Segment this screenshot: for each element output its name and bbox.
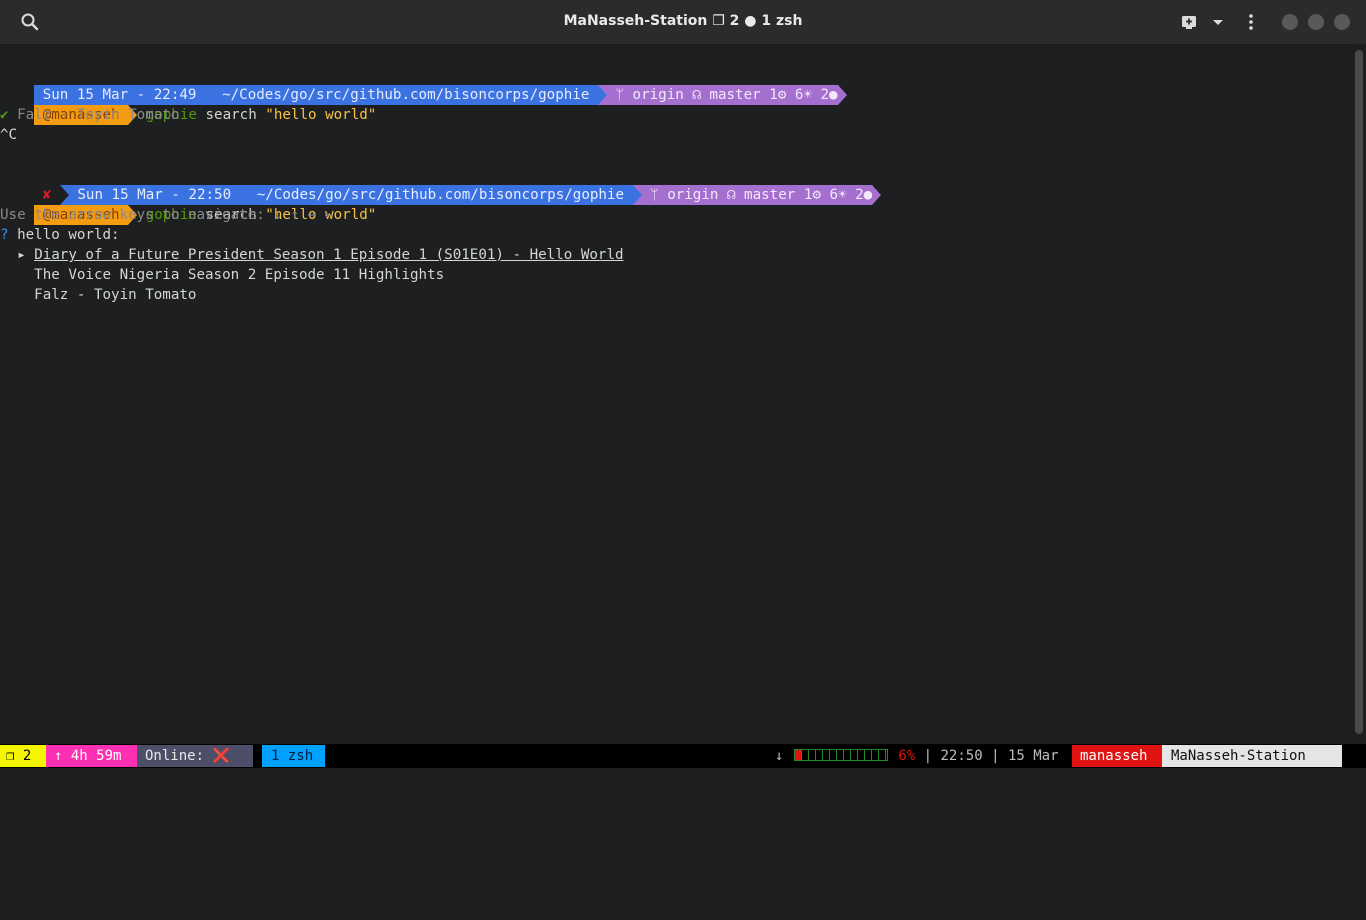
status-windows: ❐ 2 bbox=[0, 745, 46, 767]
output-line: ✔ Falz - Toyin Tomato bbox=[0, 105, 179, 125]
window-titlebar: MaNasseh-Station ❐ 2 ● 1 zsh bbox=[0, 0, 1366, 45]
powerline-separator bbox=[632, 185, 642, 205]
powerline-separator bbox=[837, 85, 847, 105]
minimize-button[interactable] bbox=[1282, 14, 1298, 30]
menu-item[interactable]: The Voice Nigeria Season 2 Episode 11 Hi… bbox=[0, 265, 444, 285]
maximize-button[interactable] bbox=[1308, 14, 1324, 30]
git-branch-icon: ᛘ bbox=[650, 187, 659, 203]
status-uptime: ↑ 4h 59m bbox=[46, 745, 137, 767]
status-battery-time: ↓ 6% | 22:50 | 15 Mar bbox=[775, 745, 1075, 767]
prompt-git-status: origin ☊ master 1⚙ 6☀ 2● bbox=[632, 87, 838, 103]
battery-meter bbox=[793, 749, 888, 761]
command-line: @manasseh gophie search "hello world" bbox=[0, 85, 376, 125]
menu-question: ? hello world: bbox=[0, 225, 120, 245]
menu-item-label: Falz - Toyin Tomato bbox=[34, 287, 197, 303]
question-icon: ? bbox=[0, 227, 9, 243]
command-line: @manasseh gophie search "hello world" bbox=[0, 185, 376, 225]
powerline-separator bbox=[872, 185, 882, 205]
menu-question-text: hello world: bbox=[17, 227, 120, 243]
output-line: ^C bbox=[0, 125, 17, 145]
status-session-tab[interactable]: 1 zsh bbox=[262, 745, 325, 767]
menu-item[interactable]: Falz - Toyin Tomato bbox=[0, 285, 196, 305]
git-branch-icon: ᛘ bbox=[615, 87, 624, 103]
output-result: Falz - Toyin Tomato bbox=[17, 107, 180, 123]
status-user: manasseh bbox=[1072, 745, 1162, 767]
status-host: MaNasseh-Station bbox=[1162, 745, 1342, 767]
terminal-scrollbar[interactable] bbox=[1352, 44, 1366, 744]
menu-item-selected[interactable]: ▸ Diary of a Future President Season 1 E… bbox=[0, 245, 624, 265]
prompt-git-status: origin ☊ master 1⚙ 6☀ 2● bbox=[667, 187, 873, 203]
cursor-arrow-icon: ▸ bbox=[17, 247, 26, 263]
status-online: Online: ❌ bbox=[137, 745, 253, 767]
status-time: 22:50 bbox=[940, 748, 983, 764]
window-title: MaNasseh-Station ❐ 2 ● 1 zsh bbox=[563, 13, 803, 29]
prompt-git-segment: ᛘ origin ☊ master 1⚙ 6☀ 2● bbox=[606, 85, 838, 105]
prompt-git-segment: ᛘ origin ☊ master 1⚙ 6☀ 2● bbox=[641, 185, 873, 205]
menu-item-label: The Voice Nigeria Season 2 Episode 11 Hi… bbox=[34, 267, 445, 283]
check-icon: ✔ bbox=[0, 107, 9, 123]
prompt-line: ✘ Sun 15 Mar - 22:50 ~/Codes/go/src/gith… bbox=[0, 165, 882, 205]
chevron-down-icon[interactable] bbox=[1210, 13, 1226, 31]
prompt-line: Sun 15 Mar - 22:49 ~/Codes/go/src/github… bbox=[0, 65, 847, 105]
menu-item-label: Diary of a Future President Season 1 Epi… bbox=[34, 247, 624, 263]
scrollbar-thumb[interactable] bbox=[1355, 50, 1363, 734]
status-date: 15 Mar bbox=[1007, 748, 1059, 764]
battery-percent: 6% bbox=[898, 748, 916, 764]
new-tab-icon[interactable] bbox=[1180, 13, 1198, 31]
status-separator: | bbox=[991, 748, 1000, 764]
terminal-output[interactable]: Sun 15 Mar - 22:49 ~/Codes/go/src/github… bbox=[0, 44, 1352, 744]
close-button[interactable] bbox=[1334, 14, 1350, 30]
powerline-separator bbox=[597, 85, 607, 105]
status-separator: | bbox=[923, 748, 933, 764]
command-string: "hello world" bbox=[265, 107, 377, 123]
battery-discharge-icon: ↓ bbox=[775, 748, 784, 764]
interrupt-text: ^C bbox=[0, 127, 18, 143]
menu-kebab-icon[interactable] bbox=[1244, 12, 1258, 32]
tmux-status-bar: ❐ 2 ↑ 4h 59m Online: ❌ 1 zsh ↓ 6% | 22:5… bbox=[0, 744, 1366, 768]
command-arg: search bbox=[205, 107, 257, 123]
battery-meter-cells bbox=[794, 750, 887, 760]
online-label: Online: bbox=[145, 748, 205, 764]
menu-hint: Use the arrow keys to navigate: ↓ ↑ → ← bbox=[0, 207, 334, 223]
offline-x-icon: ❌ bbox=[212, 748, 230, 764]
